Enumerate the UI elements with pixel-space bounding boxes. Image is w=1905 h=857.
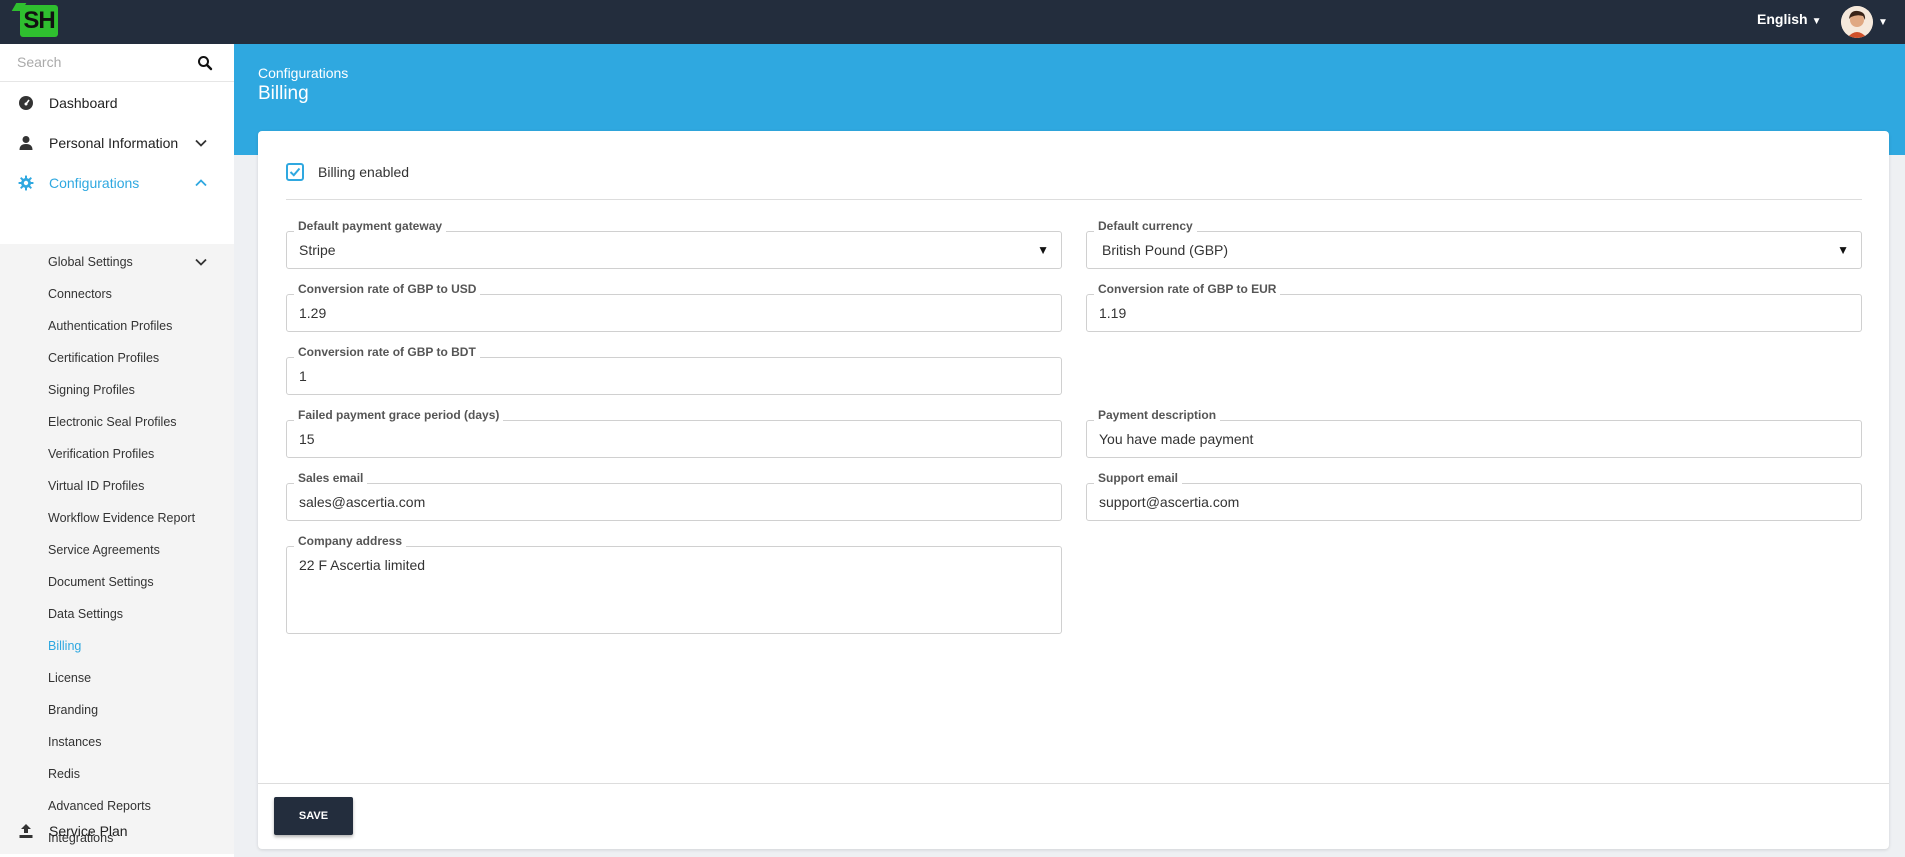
top-bar: SH English ▼ ▼ xyxy=(0,0,1905,44)
search-icon[interactable] xyxy=(197,55,213,71)
avatar xyxy=(1841,6,1873,38)
sales-email-input[interactable]: Sales email sales@ascertia.com xyxy=(286,471,1062,521)
configurations-submenu: Global Settings Connectors Authenticatio… xyxy=(0,244,234,854)
billing-enabled-checkbox[interactable] xyxy=(286,163,304,181)
sidebar-item-label: Configurations xyxy=(49,175,140,191)
field-label: Failed payment grace period (days) xyxy=(294,408,504,422)
caret-down-icon: ▼ xyxy=(1837,243,1849,257)
rate-eur-input[interactable]: Conversion rate of GBP to EUR 1.19 xyxy=(1086,282,1862,332)
sidebar-item-label: Dashboard xyxy=(49,95,118,111)
chevron-down-icon xyxy=(195,258,207,266)
check-icon xyxy=(289,167,301,177)
user-icon xyxy=(19,136,33,150)
grace-period-input[interactable]: Failed payment grace period (days) 15 xyxy=(286,408,1062,458)
payment-description-input[interactable]: Payment description You have made paymen… xyxy=(1086,408,1862,458)
field-label: Support email xyxy=(1094,471,1183,485)
breadcrumb[interactable]: Configurations xyxy=(258,65,348,81)
sidebar-subitem-verification-profiles[interactable]: Verification Profiles xyxy=(48,444,228,464)
billing-enabled-toggle[interactable]: Billing enabled xyxy=(286,163,409,181)
field-value: support@ascertia.com xyxy=(1099,494,1240,510)
field-value: sales@ascertia.com xyxy=(299,494,426,510)
field-label: Sales email xyxy=(294,471,368,485)
payment-gateway-select[interactable]: Default payment gateway Stripe ▼ xyxy=(286,219,1062,269)
sidebar-subitem-workflow-evidence-report[interactable]: Workflow Evidence Report xyxy=(48,508,228,528)
gear-icon xyxy=(18,175,34,191)
support-email-input[interactable]: Support email support@ascertia.com xyxy=(1086,471,1862,521)
sidebar-subitem-global-settings[interactable]: Global Settings xyxy=(48,252,228,272)
company-address-textarea[interactable]: Company address 22 F Ascertia limited xyxy=(286,534,1062,634)
sidebar-item-service-plan[interactable]: Service Plan xyxy=(0,811,234,851)
sidebar-subitem-service-agreements[interactable]: Service Agreements xyxy=(48,540,228,560)
caret-down-icon: ▼ xyxy=(1811,16,1822,27)
save-button[interactable]: SAVE xyxy=(274,797,353,835)
field-label: Payment description xyxy=(1094,408,1221,422)
language-label: English xyxy=(1757,11,1808,27)
dashboard-icon xyxy=(19,96,33,110)
sidebar-subitem-certification-profiles[interactable]: Certification Profiles xyxy=(48,348,228,368)
field-value: Stripe xyxy=(299,242,336,258)
sidebar-subitem-data-settings[interactable]: Data Settings xyxy=(48,604,228,624)
upload-icon xyxy=(19,824,33,838)
field-value: You have made payment xyxy=(1099,431,1254,447)
field-value: British Pound (GBP) xyxy=(1102,242,1229,258)
field-value: 1.19 xyxy=(1099,305,1127,321)
sidebar-item-label: Service Plan xyxy=(49,823,128,839)
sidebar-subitem-authentication-profiles[interactable]: Authentication Profiles xyxy=(48,316,228,336)
search-input[interactable] xyxy=(17,44,197,80)
app-logo[interactable]: SH xyxy=(20,5,58,37)
field-label: Default currency xyxy=(1094,219,1197,233)
sidebar-item-personal-information[interactable]: Personal Information xyxy=(0,123,234,163)
field-value: 15 xyxy=(299,431,315,447)
chevron-up-icon xyxy=(195,179,207,187)
sidebar-subitem-signing-profiles[interactable]: Signing Profiles xyxy=(48,380,228,400)
sidebar-subitem-electronic-seal-profiles[interactable]: Electronic Seal Profiles xyxy=(48,412,228,432)
chevron-down-icon xyxy=(195,139,207,147)
sidebar-subitem-billing[interactable]: Billing xyxy=(48,636,228,656)
subitem-label: Global Settings xyxy=(48,255,133,269)
sidebar-item-label: Personal Information xyxy=(49,135,179,151)
sidebar-subitem-virtual-id-profiles[interactable]: Virtual ID Profiles xyxy=(48,476,228,496)
rate-bdt-input[interactable]: Conversion rate of GBP to BDT 1 xyxy=(286,345,1062,395)
field-label: Default payment gateway xyxy=(294,219,447,233)
sidebar-subitem-branding[interactable]: Branding xyxy=(48,700,228,720)
caret-down-icon: ▼ xyxy=(1037,243,1049,257)
field-value: 1 xyxy=(299,368,307,384)
sidebar-subitem-connectors[interactable]: Connectors xyxy=(48,284,228,304)
sidebar-subitem-redis[interactable]: Redis xyxy=(48,764,228,784)
language-selector[interactable]: English ▼ xyxy=(1757,11,1821,27)
sidebar-item-dashboard[interactable]: Dashboard xyxy=(0,83,234,123)
field-label: Conversion rate of GBP to EUR xyxy=(1094,282,1281,296)
sidebar-item-configurations[interactable]: Configurations xyxy=(0,163,234,203)
footer-divider xyxy=(258,783,1889,784)
sidebar-subitem-instances[interactable]: Instances xyxy=(48,732,228,752)
divider xyxy=(286,199,1862,200)
field-value: 22 F Ascertia limited xyxy=(299,557,426,573)
user-menu[interactable]: ▼ xyxy=(1841,4,1888,40)
sidebar-subitem-license[interactable]: License xyxy=(48,668,228,688)
billing-enabled-label: Billing enabled xyxy=(318,164,410,180)
page-title: Billing xyxy=(258,83,309,104)
sidebar: Dashboard Personal Information Configura… xyxy=(0,44,234,857)
sidebar-search xyxy=(0,44,234,82)
field-label: Conversion rate of GBP to USD xyxy=(294,282,481,296)
rate-usd-input[interactable]: Conversion rate of GBP to USD 1.29 xyxy=(286,282,1062,332)
field-label: Company address xyxy=(294,534,407,548)
currency-select[interactable]: Default currency British Pound (GBP) ▼ xyxy=(1086,219,1862,269)
field-value: 1.29 xyxy=(299,305,327,321)
sidebar-subitem-document-settings[interactable]: Document Settings xyxy=(48,572,228,592)
logo-text: SH xyxy=(23,7,55,34)
field-label: Conversion rate of GBP to BDT xyxy=(294,345,480,359)
caret-down-icon: ▼ xyxy=(1878,16,1888,28)
billing-form-card: Billing enabled Default payment gateway … xyxy=(258,131,1889,849)
